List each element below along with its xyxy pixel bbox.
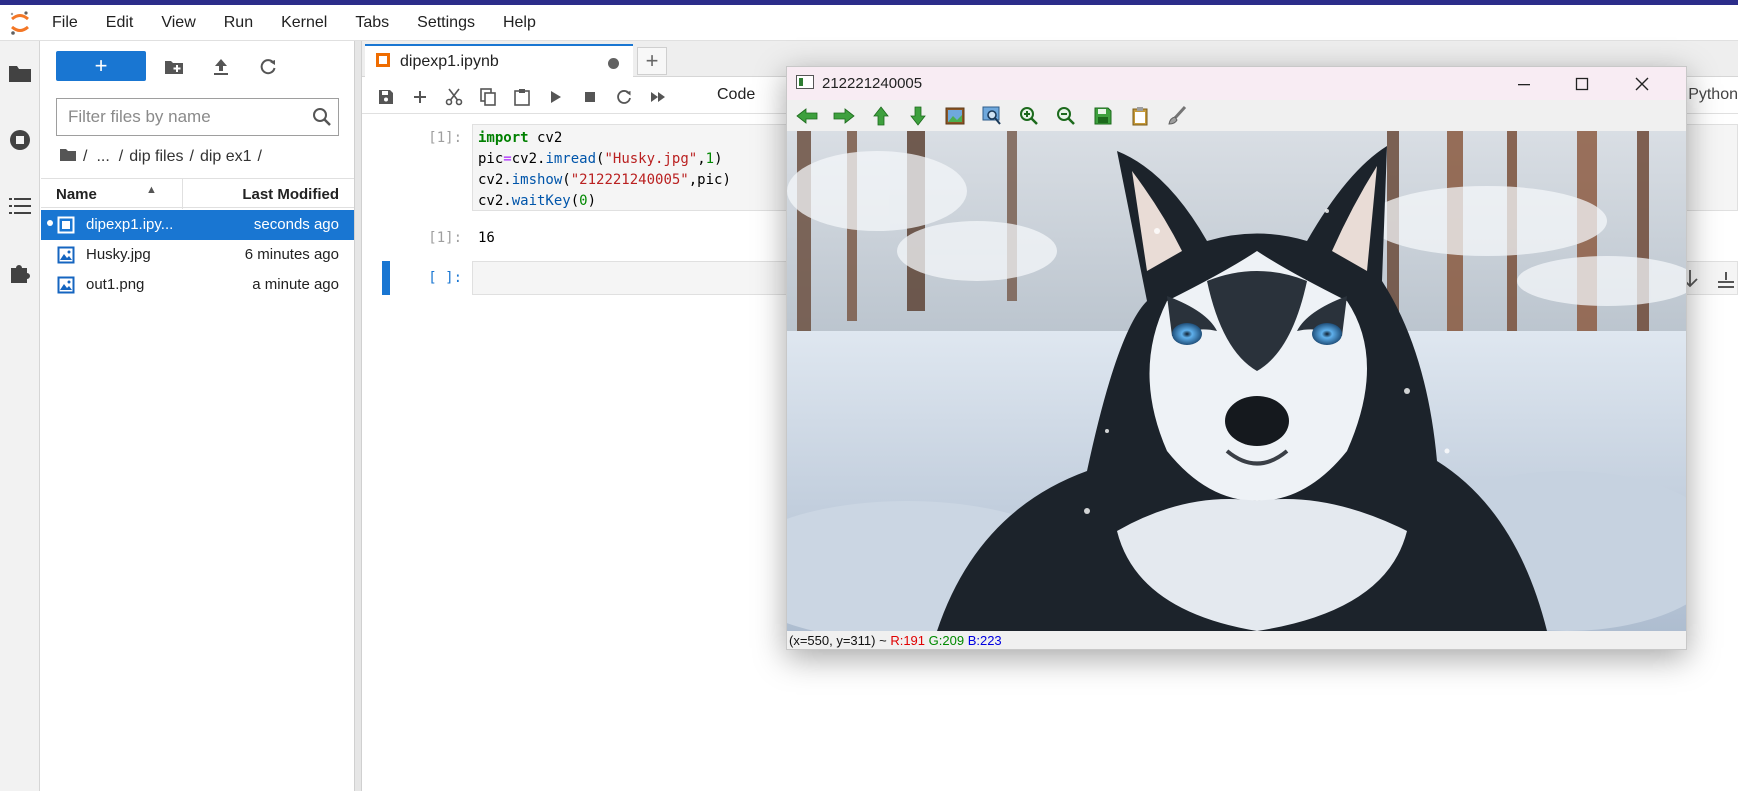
breadcrumb-home-icon[interactable]: [59, 148, 77, 167]
file-modified: seconds ago: [253, 216, 339, 233]
menu-kernel[interactable]: Kernel: [267, 5, 341, 41]
maximize-icon[interactable]: [1553, 67, 1611, 100]
pixel-blue-value: B:223: [967, 633, 1002, 648]
window-app-icon: [796, 74, 814, 93]
file-row-dipexp1[interactable]: dipexp1.ipy... seconds ago: [41, 210, 354, 240]
breadcrumb-separator: /: [83, 148, 88, 165]
folder-icon[interactable]: [6, 59, 34, 87]
extensions-puzzle-icon[interactable]: [6, 258, 34, 286]
file-name: out1.png: [86, 276, 145, 293]
menu-settings[interactable]: Settings: [403, 5, 489, 41]
copy-icon[interactable]: [477, 86, 499, 108]
menu-tabs[interactable]: Tabs: [341, 5, 403, 41]
pixel-green-value: G:209: [928, 633, 965, 648]
running-indicator-dot: [47, 220, 53, 226]
file-list-header: Name ▲ Last Modified: [41, 178, 354, 209]
save-image-icon[interactable]: [1092, 105, 1114, 127]
column-modified-header[interactable]: Last Modified: [242, 186, 339, 203]
zoom-out-icon[interactable]: [1055, 105, 1077, 127]
sort-ascending-icon: ▲: [146, 184, 157, 196]
pan-up-arrow-icon[interactable]: [870, 105, 892, 127]
tab-dipexp1[interactable]: dipexp1.ipynb: [365, 44, 633, 78]
zoom-fit-icon[interactable]: [981, 105, 1003, 127]
breadcrumb-separator: /: [257, 148, 262, 165]
pan-right-arrow-icon[interactable]: [833, 105, 855, 127]
panel-splitter[interactable]: [354, 41, 362, 791]
cell-prompt: [ ]:: [428, 270, 462, 286]
file-row-out1[interactable]: out1.png a minute ago: [41, 270, 354, 300]
restart-kernel-icon[interactable]: [613, 86, 635, 108]
menu-edit[interactable]: Edit: [92, 5, 148, 41]
opencv-toolbar: [787, 100, 1686, 131]
run-icon[interactable]: [545, 86, 567, 108]
pixel-red-value: R:191: [890, 633, 926, 648]
refresh-icon[interactable]: [256, 55, 280, 79]
menu-bar: File Edit View Run Kernel Tabs Settings …: [0, 5, 1738, 41]
file-modified: a minute ago: [252, 276, 339, 293]
breadcrumb-dip-files[interactable]: dip files: [129, 148, 183, 166]
left-sidebar: [0, 41, 40, 791]
new-folder-icon[interactable]: [162, 55, 186, 79]
column-name-header[interactable]: Name: [56, 186, 97, 203]
unsaved-dot-icon[interactable]: [608, 58, 619, 69]
breadcrumb-separator: /: [118, 148, 124, 165]
pan-left-arrow-icon[interactable]: [796, 105, 818, 127]
husky-image[interactable]: [787, 131, 1686, 631]
kernel-name[interactable]: Python: [1688, 86, 1738, 104]
add-tab-button[interactable]: +: [637, 47, 667, 75]
upload-icon[interactable]: [209, 55, 233, 79]
fast-forward-icon[interactable]: [647, 86, 669, 108]
pan-down-arrow-icon[interactable]: [907, 105, 929, 127]
breadcrumb: / ... / dip files / dip ex1 /: [56, 145, 265, 169]
insert-below-icon[interactable]: [1716, 269, 1738, 291]
opencv-status-bar: (x=550, y=311) ~ R:191 G:209 B:223: [787, 632, 1686, 650]
menu-help[interactable]: Help: [489, 5, 550, 41]
file-browser-toolbar: +: [41, 41, 354, 91]
filter-files-input[interactable]: [57, 107, 297, 127]
notebook-tab-icon: [375, 52, 391, 73]
paste-icon[interactable]: [511, 86, 533, 108]
properties-brush-icon[interactable]: [1166, 105, 1188, 127]
search-icon: [312, 107, 332, 131]
file-modified: 6 minutes ago: [244, 246, 339, 263]
file-name: Husky.jpg: [86, 246, 151, 263]
filter-files-field[interactable]: [56, 98, 339, 136]
new-launcher-button[interactable]: +: [56, 51, 146, 81]
cut-icon[interactable]: [443, 86, 465, 108]
file-row-husky[interactable]: Husky.jpg 6 minutes ago: [41, 240, 354, 270]
cell-prompt: [1]:: [428, 130, 462, 146]
cursor-coordinates: (x=550, y=311) ~: [789, 633, 887, 648]
tab-title: dipexp1.ipynb: [400, 53, 499, 70]
table-of-contents-icon[interactable]: [6, 192, 34, 220]
minimize-icon[interactable]: [1495, 67, 1553, 100]
zoom-original-icon[interactable]: [944, 105, 966, 127]
opencv-window-title: 212221240005: [822, 75, 923, 92]
stop-icon[interactable]: [579, 86, 601, 108]
breadcrumb-dip-ex1[interactable]: dip ex1: [200, 148, 252, 166]
breadcrumb-ellipsis[interactable]: ...: [96, 148, 109, 166]
file-browser-panel: + / ... / dip files / dip ex1 / Name ▲ L…: [41, 41, 354, 791]
menu-view[interactable]: View: [147, 5, 209, 41]
cell-type-select[interactable]: Code: [717, 86, 755, 104]
output-text: 16: [478, 230, 495, 246]
image-file-icon: [57, 246, 75, 264]
menu-run[interactable]: Run: [210, 5, 267, 41]
jupyter-logo-icon: [0, 5, 40, 41]
running-kernels-icon[interactable]: [6, 126, 34, 154]
save-icon[interactable]: [375, 86, 397, 108]
output-prompt: [1]:: [428, 230, 462, 246]
menu-file[interactable]: File: [40, 5, 92, 41]
opencv-image-window[interactable]: 212221240005 (x=550, y=311) ~ R:191 G:20…: [786, 66, 1687, 650]
zoom-in-icon[interactable]: [1018, 105, 1040, 127]
notebook-icon: [57, 216, 75, 234]
copy-to-clipboard-icon[interactable]: [1129, 105, 1151, 127]
close-icon[interactable]: [1613, 67, 1671, 100]
column-divider[interactable]: [182, 179, 183, 209]
insert-cell-icon[interactable]: [409, 86, 431, 108]
image-file-icon: [57, 276, 75, 294]
file-name: dipexp1.ipy...: [86, 216, 174, 233]
breadcrumb-separator: /: [189, 148, 194, 165]
opencv-title-bar[interactable]: 212221240005: [787, 67, 1686, 100]
